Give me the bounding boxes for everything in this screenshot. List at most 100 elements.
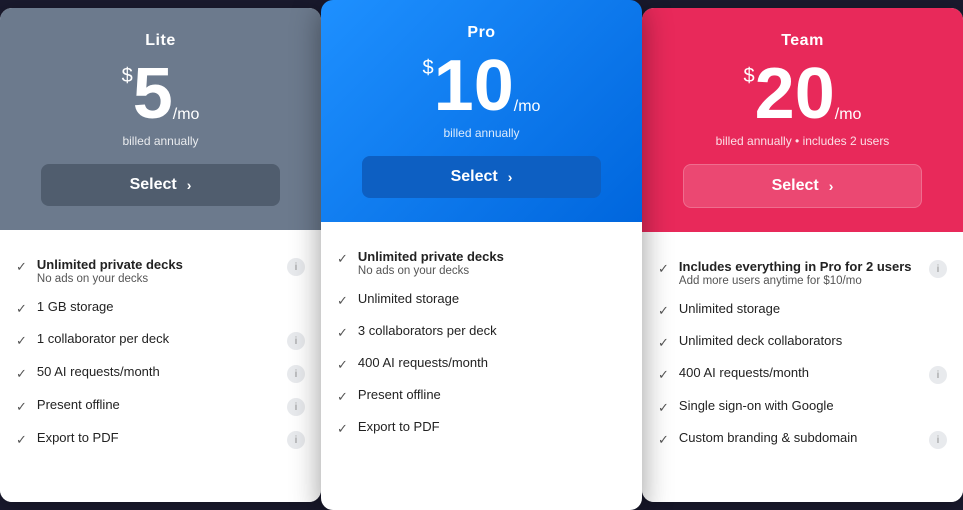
lite-feature-item: ✓ Export to PDF i [16,423,305,456]
plan-card-pro: Pro $10/mo billed annually Select › ✓ Unlimite… [321,0,642,510]
lite-features: ✓ Unlimited private decksNo ads on your d… [0,230,321,502]
team-features: ✓ Includes everything in Pro for 2 usersA… [642,232,963,502]
plan-card-lite: Lite $5/mo billed annually Select› ✓ Unlimite… [0,8,321,502]
team-feature-sub: Add more users anytime for $10/mo [679,275,919,287]
team-feature-text: Unlimited storage [679,301,947,316]
team-feature-text: 400 AI requests/month [679,365,919,380]
lite-feature-text-wrap: 1 GB storage [37,299,305,314]
lite-checkmark-icon: ✓ [16,432,27,448]
lite-feature-text-wrap: Present offline [37,397,277,412]
team-checkmark-icon: ✓ [658,367,669,383]
team-chevron-icon: › [829,178,834,194]
lite-info-icon[interactable]: i [287,365,305,383]
pro-checkmark-icon: ✓ [337,293,348,309]
lite-chevron-icon: › [187,177,192,193]
team-feature-item: ✓Includes everything in Pro for 2 usersA… [658,252,947,294]
pro-select-label: Select [451,168,498,186]
lite-feature-text: Present offline [37,397,277,412]
team-info-icon[interactable]: i [929,260,947,278]
pro-select-button[interactable]: Select › [362,156,601,198]
pro-feature-text-wrap: Present offline [358,387,626,402]
team-feature-text: Includes everything in Pro for 2 users [679,259,919,274]
pro-feature-item: ✓Export to PDF [337,412,626,444]
team-billing: billed annually • includes 2 users [716,134,890,148]
team-feature-text-wrap: Custom branding & subdomain [679,430,919,445]
team-feature-text-wrap: 400 AI requests/month [679,365,919,380]
team-feature-text-wrap: Unlimited storage [679,301,947,316]
pro-feature-text: Unlimited private decks [358,249,626,264]
pro-feature-item: ✓ 3 collaborators per deck [337,316,626,348]
lite-checkmark-icon: ✓ [16,399,27,415]
pro-feature-item: ✓ Unlimited storage [337,284,626,316]
lite-feature-text: 1 collaborator per deck [37,331,277,346]
team-info-icon[interactable]: i [929,366,947,384]
team-price-amount: 20 [755,58,835,130]
lite-feature-text-wrap: 1 collaborator per deck [37,331,277,346]
lite-billing: billed annually [122,134,198,148]
lite-info-icon[interactable]: i [287,431,305,449]
pro-feature-text: 3 collaborators per deck [358,323,626,338]
pro-feature-item: ✓ Present offline [337,380,626,412]
lite-feature-item: ✓ 1 GB storage [16,292,305,324]
pro-checkmark-icon: ✓ [337,325,348,341]
pro-feature-text: Unlimited storage [358,291,626,306]
pro-checkmark-icon: ✓ [337,251,348,267]
team-checkmark-icon: ✓ [658,335,669,351]
lite-select-button[interactable]: Select› [41,164,280,206]
lite-price-row: $5/mo [122,58,200,130]
team-feature-item: ✓Single sign-on with Google [658,391,947,423]
pro-feature-sub: No ads on your decks [358,265,626,277]
lite-feature-text: Unlimited private decks [37,257,277,272]
lite-feature-text-wrap: 50 AI requests/month [37,364,277,379]
lite-feature-item: ✓1 collaborator per decki [16,324,305,357]
pro-feature-text-wrap: Unlimited private decksNo ads on your de… [358,249,626,277]
lite-feature-text-wrap: Unlimited private decksNo ads on your de… [37,257,277,285]
pro-feature-text: 400 AI requests/month [358,355,626,370]
team-checkmark-icon: ✓ [658,432,669,448]
team-feature-text-wrap: Includes everything in Pro for 2 usersAd… [679,259,919,287]
lite-checkmark-icon: ✓ [16,259,27,275]
team-price-dollar: $ [744,66,755,86]
pro-features: ✓ Unlimited private decksNo ads on your d… [321,222,642,510]
lite-feature-text-wrap: Export to PDF [37,430,277,445]
team-feature-text: Unlimited deck collaborators [679,333,947,348]
pro-header: Pro $10/mo billed annually Select › [321,0,642,222]
lite-checkmark-icon: ✓ [16,366,27,382]
lite-price-mo: /mo [173,106,200,124]
pro-price-row: $10/mo [423,50,541,122]
pro-billing: billed annually [443,126,519,140]
pro-feature-text-wrap: 400 AI requests/month [358,355,626,370]
team-header: Team$20/mobilled annually • includes 2 u… [642,8,963,232]
pro-feature-text-wrap: Unlimited storage [358,291,626,306]
team-feature-text: Custom branding & subdomain [679,430,919,445]
lite-feature-sub: No ads on your decks [37,273,277,285]
pro-feature-text-wrap: 3 collaborators per deck [358,323,626,338]
pro-feature-text: Present offline [358,387,626,402]
lite-feature-text: Export to PDF [37,430,277,445]
pro-checkmark-icon: ✓ [337,389,348,405]
pro-name: Pro [467,24,495,42]
lite-feature-item: ✓ Present offline i [16,390,305,423]
lite-name: Lite [145,32,175,50]
lite-feature-text: 50 AI requests/month [37,364,277,379]
lite-price-dollar: $ [122,66,133,86]
lite-checkmark-icon: ✓ [16,301,27,317]
team-feature-text-wrap: Unlimited deck collaborators [679,333,947,348]
pro-checkmark-icon: ✓ [337,357,348,373]
lite-info-icon[interactable]: i [287,398,305,416]
pro-chevron-icon: › [508,169,513,185]
team-price-row: $20/mo [744,58,862,130]
lite-price-amount: 5 [133,58,173,130]
lite-info-icon[interactable]: i [287,332,305,350]
team-price-mo: /mo [835,106,862,124]
lite-info-icon[interactable]: i [287,258,305,276]
pro-checkmark-icon: ✓ [337,421,348,437]
team-feature-text-wrap: Single sign-on with Google [679,398,947,413]
team-feature-item: ✓ 400 AI requests/month i [658,358,947,391]
team-select-button[interactable]: Select› [683,164,922,208]
team-feature-item: ✓ Unlimited storage [658,294,947,326]
team-info-icon[interactable]: i [929,431,947,449]
team-checkmark-icon: ✓ [658,303,669,319]
lite-feature-text: 1 GB storage [37,299,305,314]
team-feature-item: ✓ Unlimited deck collaborators [658,326,947,358]
